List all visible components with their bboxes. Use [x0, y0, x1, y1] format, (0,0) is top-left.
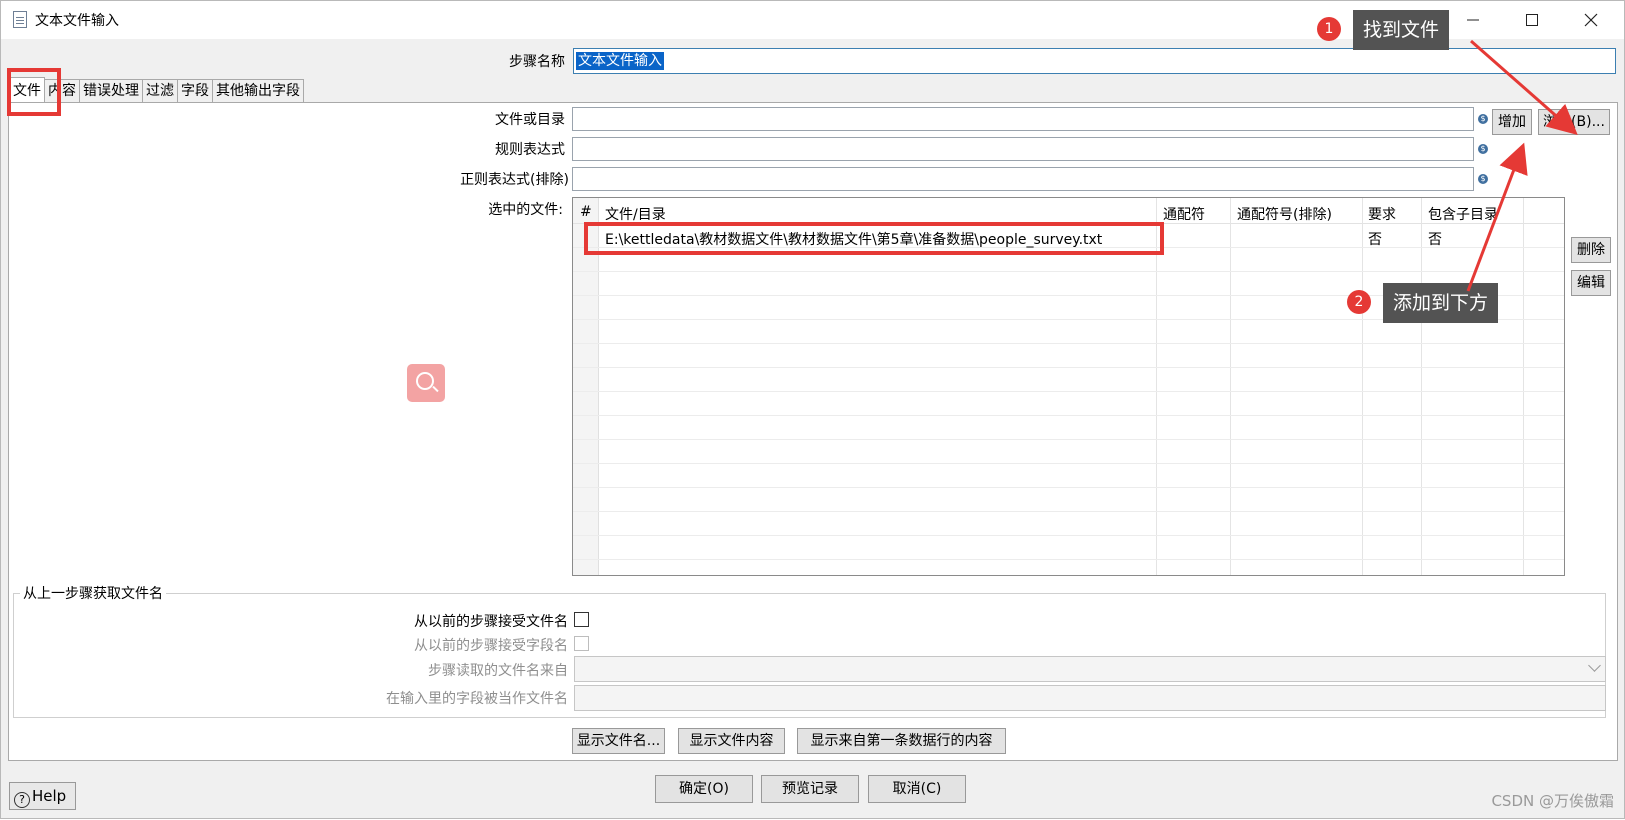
column-header-index: # — [580, 204, 592, 220]
step-read-from-select[interactable] — [574, 656, 1606, 682]
dialog-window: 文本文件输入 步骤名称 文本文件输入 文件 内容 错误处理 过滤 字段 其他输出… — [0, 0, 1625, 819]
watermark: CSDN @万俟傲霜 — [1491, 792, 1614, 810]
close-button[interactable] — [1563, 1, 1619, 39]
regex-exclude-input[interactable] — [572, 167, 1474, 191]
variable-icon: $ — [1478, 144, 1488, 154]
help-label: Help — [32, 787, 67, 805]
show-first-row-button[interactable]: 显示来自第一条数据行的内容 — [797, 728, 1006, 754]
regex-exclude-label: 正则表达式(排除) — [460, 172, 569, 188]
column-header-required[interactable]: 要求 — [1368, 204, 1396, 224]
regex-input[interactable] — [572, 137, 1474, 161]
callout-2: 添加到下方 — [1383, 283, 1499, 323]
help-button[interactable]: ? Help — [9, 782, 76, 810]
accept-fieldname-checkbox[interactable] — [574, 636, 589, 651]
step-name-input[interactable]: 文本文件输入 — [573, 48, 1616, 74]
browse-button[interactable]: 浏览(B)... — [1538, 109, 1610, 135]
highlight-tab-file — [7, 68, 61, 116]
group-title: 从上一步骤获取文件名 — [20, 583, 166, 603]
tab-error-handling[interactable]: 错误处理 — [79, 79, 143, 103]
close-icon — [1584, 13, 1598, 27]
table-header — [573, 198, 1564, 224]
step-read-from-label: 步骤读取的文件名来自 — [428, 663, 568, 679]
field-as-filename-input[interactable] — [574, 685, 1606, 711]
accept-filenames-checkbox[interactable] — [574, 612, 589, 627]
file-or-dir-input[interactable] — [572, 107, 1474, 131]
tab-fields[interactable]: 字段 — [177, 79, 213, 103]
preview-button[interactable]: 预览记录 — [761, 775, 859, 803]
document-icon — [13, 11, 27, 28]
callout-2-badge: 2 — [1347, 290, 1371, 314]
callout-1: 找到文件 — [1353, 10, 1450, 50]
maximize-button[interactable] — [1504, 1, 1560, 39]
callout-1-badge: 1 — [1317, 17, 1341, 41]
variable-icon: $ — [1478, 174, 1488, 184]
column-header-path[interactable]: 文件/目录 — [605, 204, 666, 224]
chevron-down-icon — [1588, 659, 1601, 672]
tab-filter[interactable]: 过滤 — [142, 79, 178, 103]
column-header-include-subdirs[interactable]: 包含子目录 — [1428, 204, 1498, 224]
file-or-dir-label: 文件或目录 — [495, 112, 565, 128]
ok-button[interactable]: 确定(O) — [655, 775, 753, 803]
highlight-selected-file — [584, 222, 1164, 255]
table-cell-required[interactable]: 否 — [1368, 229, 1382, 249]
show-filenames-button[interactable]: 显示文件名... — [572, 728, 665, 754]
cancel-button[interactable]: 取消(C) — [868, 775, 966, 803]
step-name-value: 文本文件输入 — [576, 52, 664, 70]
minimize-icon — [1467, 19, 1479, 21]
column-header-wildcard[interactable]: 通配符 — [1163, 204, 1205, 224]
maximize-icon — [1526, 14, 1538, 26]
selected-files-label: 选中的文件: — [488, 202, 563, 218]
regex-label: 规则表达式 — [495, 142, 565, 158]
add-button[interactable]: 增加 — [1492, 109, 1532, 135]
column-header-wildcard-exclude[interactable]: 通配符号(排除) — [1237, 204, 1332, 224]
edit-button[interactable]: 编辑 — [1571, 270, 1611, 296]
tab-other-output-fields[interactable]: 其他输出字段 — [212, 79, 304, 103]
variable-icon: $ — [1478, 114, 1488, 124]
table-cell-include-subdirs[interactable]: 否 — [1428, 229, 1442, 249]
minimize-button[interactable] — [1445, 1, 1501, 39]
delete-button[interactable]: 删除 — [1571, 237, 1611, 263]
magnifier-icon[interactable] — [407, 364, 445, 402]
accept-filenames-label: 从以前的步骤接受文件名 — [414, 614, 568, 630]
accept-fieldname-label: 从以前的步骤接受字段名 — [414, 638, 568, 654]
step-name-label: 步骤名称 — [509, 54, 565, 70]
show-file-content-button[interactable]: 显示文件内容 — [678, 728, 785, 754]
window-title: 文本文件输入 — [35, 13, 119, 29]
help-icon: ? — [14, 792, 30, 808]
field-as-filename-label: 在输入里的字段被当作文件名 — [386, 691, 568, 707]
